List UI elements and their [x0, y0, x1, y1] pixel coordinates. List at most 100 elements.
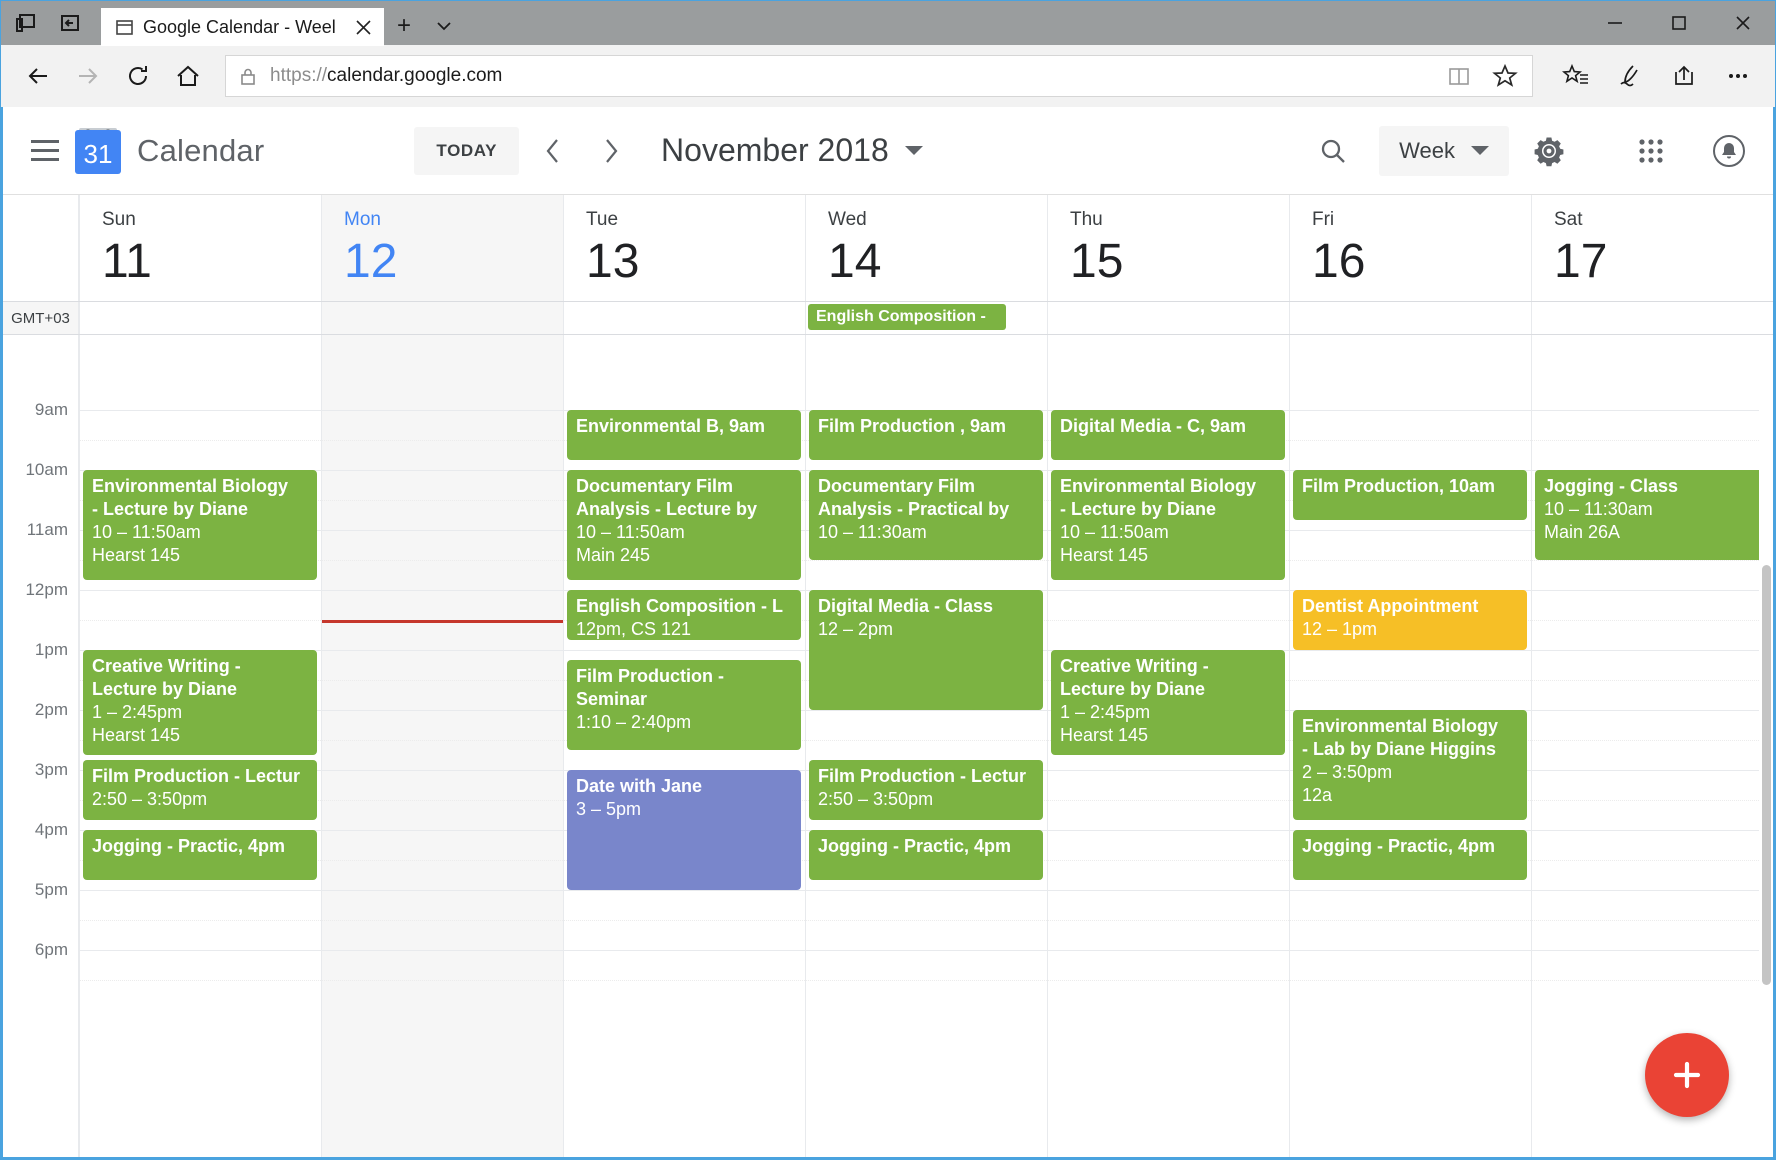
- day-header-sat[interactable]: Sat 17: [1531, 195, 1773, 301]
- tab-preview-icon[interactable]: [11, 8, 41, 38]
- chevron-down-icon[interactable]: [424, 7, 464, 45]
- event-title: Digital Media - C, 9am: [1060, 416, 1247, 436]
- all-day-cell-sat[interactable]: [1531, 302, 1773, 334]
- new-tab-button[interactable]: +: [384, 7, 424, 45]
- calendar-event[interactable]: Film Production - Seminar 1:10 – 2:40pm: [567, 660, 801, 750]
- book-icon[interactable]: [1442, 59, 1476, 93]
- day-header-tue[interactable]: Tue 13: [563, 195, 805, 301]
- time-grid: 9am 10am 11am 12pm 1pm 2pm 3pm 4pm 5pm 6pm Enviro…: [3, 335, 1773, 1157]
- search-icon[interactable]: [1307, 125, 1359, 177]
- day-header-mon[interactable]: Mon 12: [321, 195, 563, 301]
- calendar-event[interactable]: Creative Writing - Lecture by Diane 1 – 2:…: [1051, 650, 1285, 755]
- browser-toolbar-right: [1547, 53, 1761, 99]
- ellipsis-icon[interactable]: [1715, 53, 1761, 99]
- event-title: Film Production - Lectur: [92, 766, 301, 786]
- today-button[interactable]: TODAY: [414, 126, 520, 175]
- all-day-cell-sun[interactable]: [79, 302, 321, 334]
- calendar-event[interactable]: Environmental Biology - Lecture by Diane 1…: [83, 470, 317, 580]
- half-hour-gridline: [1290, 680, 1531, 681]
- day-number[interactable]: 13: [586, 231, 805, 293]
- day-number[interactable]: 12: [344, 231, 563, 293]
- event-detail: 1 – 2:45pm: [92, 702, 183, 722]
- pen-icon[interactable]: [1607, 53, 1653, 99]
- calendar-event[interactable]: Jogging - Practic, 4pm: [809, 830, 1043, 880]
- calendar-event[interactable]: Jogging - Practic, 4pm: [1293, 830, 1527, 880]
- hour-gridline: [1532, 650, 1773, 651]
- url-text[interactable]: https://calendar.google.com: [270, 65, 1430, 87]
- all-day-cell-wed[interactable]: English Composition -: [805, 302, 1047, 334]
- browser-tab[interactable]: Google Calendar - Weel: [101, 8, 384, 46]
- hamburger-menu-icon[interactable]: [21, 127, 69, 175]
- calendar-event[interactable]: Film Production, 10am: [1293, 470, 1527, 520]
- half-hour-gridline: [322, 500, 563, 501]
- day-column-fri[interactable]: Film Production, 10am Dentist Appointment…: [1289, 335, 1531, 1157]
- event-detail: Hearst 145: [92, 725, 181, 745]
- calendar-event[interactable]: Film Production - Lectur 2:50 – 3:50pm: [809, 760, 1043, 820]
- close-icon[interactable]: [350, 14, 376, 40]
- day-column-sun[interactable]: Environmental Biology - Lecture by Diane 1…: [79, 335, 321, 1157]
- day-column-wed[interactable]: Film Production , 9am Documentary Film Ana…: [805, 335, 1047, 1157]
- day-header-wed[interactable]: Wed 14: [805, 195, 1047, 301]
- event-title: Date with Jane: [576, 776, 703, 796]
- vertical-scrollbar[interactable]: [1759, 335, 1773, 1157]
- all-day-event[interactable]: English Composition -: [808, 304, 1006, 330]
- day-number[interactable]: 14: [828, 231, 1047, 293]
- calendar-event[interactable]: Documentary Film Analysis - Practical by 1…: [809, 470, 1043, 560]
- calendar-event[interactable]: Digital Media - C, 9am: [1051, 410, 1285, 460]
- calendar-event[interactable]: Digital Media - Class 12 – 2pm: [809, 590, 1043, 710]
- day-number[interactable]: 15: [1070, 231, 1289, 293]
- home-icon[interactable]: [165, 53, 211, 99]
- chevron-left-icon[interactable]: [529, 127, 577, 175]
- time-grid-scroll[interactable]: 9am 10am 11am 12pm 1pm 2pm 3pm 4pm 5pm 6pm Enviro…: [3, 335, 1773, 1157]
- day-column-tue[interactable]: Environmental B, 9am Documentary Film Anal…: [563, 335, 805, 1157]
- close-icon[interactable]: [1711, 1, 1775, 45]
- refresh-icon[interactable]: [115, 53, 161, 99]
- day-number[interactable]: 17: [1554, 231, 1773, 293]
- back-arrow-icon[interactable]: [15, 53, 61, 99]
- all-day-cell-fri[interactable]: [1289, 302, 1531, 334]
- day-header-thu[interactable]: Thu 15: [1047, 195, 1289, 301]
- calendar-event[interactable]: Film Production , 9am: [809, 410, 1043, 460]
- day-name: Fri: [1312, 209, 1335, 230]
- day-column-thu[interactable]: Digital Media - C, 9am Environmental Biol…: [1047, 335, 1289, 1157]
- create-event-fab[interactable]: [1645, 1033, 1729, 1117]
- calendar-event[interactable]: Documentary Film Analysis - Lecture by 10 …: [567, 470, 801, 580]
- calendar-event[interactable]: Environmental Biology - Lecture by Diane 1…: [1051, 470, 1285, 580]
- time-label: 3pm: [34, 760, 68, 779]
- day-column-sat[interactable]: Jogging - Class 10 – 11:30am Main 26A: [1531, 335, 1773, 1157]
- forward-arrow-icon[interactable]: [65, 53, 111, 99]
- calendar-event[interactable]: Environmental B, 9am: [567, 410, 801, 460]
- maximize-icon[interactable]: [1647, 1, 1711, 45]
- calendar-event[interactable]: Environmental Biology - Lab by Diane Higg…: [1293, 710, 1527, 820]
- day-column-mon[interactable]: [321, 335, 563, 1157]
- calendar-event[interactable]: Creative Writing - Lecture by Diane 1 – 2:…: [83, 650, 317, 755]
- gear-icon[interactable]: [1523, 125, 1575, 177]
- day-number[interactable]: 16: [1312, 231, 1531, 293]
- calendar-event[interactable]: Jogging - Practic, 4pm: [83, 830, 317, 880]
- calendar-event[interactable]: English Composition - L 12pm, CS 121: [567, 590, 801, 640]
- all-day-cell-thu[interactable]: [1047, 302, 1289, 334]
- day-number[interactable]: 11: [102, 231, 321, 293]
- all-day-cell-mon[interactable]: [321, 302, 563, 334]
- calendar-event[interactable]: Film Production - Lectur 2:50 – 3:50pm: [83, 760, 317, 820]
- hour-gridline: [80, 890, 321, 891]
- chevron-right-icon[interactable]: [587, 127, 635, 175]
- day-header-sun[interactable]: Sun 11: [79, 195, 321, 301]
- day-header-fri[interactable]: Fri 16: [1289, 195, 1531, 301]
- favorites-hub-icon[interactable]: [1553, 53, 1599, 99]
- calendar-event[interactable]: Date with Jane 3 – 5pm: [567, 770, 801, 890]
- caret-down-icon[interactable]: [904, 146, 923, 155]
- apps-grid-icon[interactable]: [1625, 125, 1677, 177]
- view-selector[interactable]: Week: [1379, 125, 1509, 176]
- set-aside-tabs-icon[interactable]: [55, 8, 85, 38]
- bell-icon[interactable]: [1703, 125, 1755, 177]
- calendar-event[interactable]: Dentist Appointment 12 – 1pm: [1293, 590, 1527, 650]
- half-hour-gridline: [322, 440, 563, 441]
- address-bar[interactable]: https://calendar.google.com: [225, 55, 1533, 97]
- all-day-cell-tue[interactable]: [563, 302, 805, 334]
- minimize-icon[interactable]: [1583, 1, 1647, 45]
- share-icon[interactable]: [1661, 53, 1707, 99]
- scrollbar-thumb[interactable]: [1762, 565, 1771, 985]
- star-icon[interactable]: [1488, 59, 1522, 93]
- calendar-event[interactable]: Jogging - Class 10 – 11:30am Main 26A: [1535, 470, 1769, 560]
